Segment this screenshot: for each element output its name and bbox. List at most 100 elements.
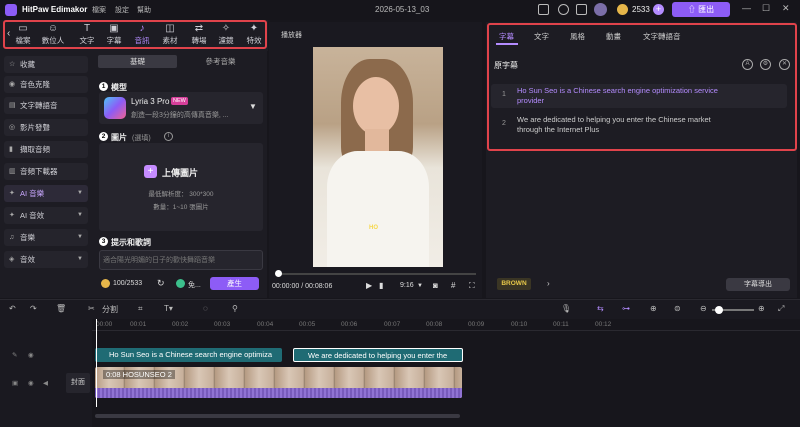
chevron-down-icon: ▼ [77, 190, 83, 196]
upload-icon: ⇧ [687, 5, 699, 14]
microphone-icon[interactable]: 🎙 [561, 304, 571, 313]
info-icon[interactable]: i [164, 132, 173, 141]
free-toggle-icon[interactable] [176, 279, 185, 288]
stop-icon[interactable]: ▮ [379, 281, 383, 290]
video-voice-icon: ◎ [9, 124, 16, 131]
speed-icon[interactable]: ⚲ [232, 304, 238, 313]
export-subtitles-button[interactable]: 字幕導出 [726, 278, 790, 291]
timeline-scrollbar[interactable] [95, 414, 460, 418]
layout-icon[interactable] [538, 4, 549, 15]
aspect-ratio-select[interactable]: 9:16 [400, 282, 414, 289]
ruler-tick: 00:04 [257, 321, 274, 328]
subtitle-style-preset[interactable]: BROWN [497, 278, 531, 290]
model-name: Lyria 3 Pro [131, 97, 170, 106]
sidebar-item-audio-downloader[interactable]: ▥ 音頻下載器 [4, 163, 88, 180]
playback-progress[interactable] [278, 273, 476, 275]
prompt-section-title: 提示和歌詞 [111, 238, 151, 247]
subtitle-highlight [487, 23, 797, 151]
download-icon[interactable] [558, 4, 569, 15]
project-name: 2026-05-13_03 [375, 5, 430, 14]
chevron-down-icon[interactable]: ▼ [417, 283, 423, 289]
tab-basic[interactable]: 基礎 [98, 55, 177, 68]
sidebar-item-tts[interactable]: ▤ 文字轉語音 [4, 97, 88, 114]
zoom-out-icon[interactable]: ⊖ [700, 304, 707, 313]
sidebar-item-extract-audio[interactable]: ▮ 擷取音頻 [4, 141, 88, 158]
generate-button[interactable]: 產生 [210, 277, 259, 290]
sidebar-label: 音樂 [20, 233, 35, 242]
add-credits-button[interactable]: + [653, 4, 664, 15]
close-icon[interactable]: ✕ [782, 3, 790, 14]
maximize-icon[interactable]: ☐ [762, 3, 770, 14]
title-bar: HitPaw Edimakor 檔案 設定 幫助 2026-05-13_03 2… [0, 0, 800, 20]
sidebar-item-video-voice[interactable]: ◎ 影片發聲 [4, 119, 88, 136]
sidebar-item-music[interactable]: ♫ 音樂 ▼ [4, 229, 88, 246]
prompt-input[interactable]: 適合陽光明媚的日子的歡快舞蹈音樂 [99, 250, 263, 270]
avatar[interactable] [594, 3, 607, 16]
subtitle-overlay[interactable]: HO [369, 225, 378, 231]
magnet-icon[interactable]: ⊶ [622, 304, 630, 313]
snap-icon[interactable]: ⇆ [597, 304, 604, 313]
playback-time: 00:00:00 / 00:08:06 [272, 283, 333, 290]
delete-icon[interactable]: 🗑 [56, 304, 66, 313]
playback-thumb[interactable] [275, 270, 282, 277]
credit-cost: 100/2533 [113, 280, 143, 287]
grid-icon[interactable]: # [451, 281, 455, 290]
model-selector[interactable]: Lyria 3 Pro NEW 創造一段3分鐘的高傳真音樂, ... ▼ [99, 92, 263, 124]
zoom-in-icon[interactable]: ⊕ [758, 304, 765, 313]
loop-icon[interactable]: ◌ [203, 304, 208, 313]
link-icon[interactable]: ⊕ [650, 304, 657, 313]
sidebar-item-ai-music[interactable]: ✦ AI 音樂 ▼ [4, 185, 88, 202]
sidebar-label: 收藏 [20, 60, 35, 69]
fullscreen-icon[interactable]: ⛶ [469, 281, 475, 291]
edit-icon[interactable]: ✎ [12, 351, 17, 359]
chevron-right-icon[interactable]: › [547, 279, 550, 288]
credits-count: 2533 [632, 5, 650, 14]
menu-settings[interactable]: 設定 [115, 5, 129, 15]
subtitle-clip[interactable]: Ho Sun Seo is a Chinese search engine op… [95, 348, 282, 362]
fit-timeline-icon[interactable]: ⤢ [778, 304, 784, 314]
export-button[interactable]: ⇧ 匯出 [672, 2, 730, 17]
sidebar-item-ai-sfx[interactable]: ✦ AI 音效 ▼ [4, 207, 88, 224]
speaker-icon[interactable]: ◀ [43, 379, 48, 387]
cover-button[interactable]: 封面 [66, 373, 90, 393]
sidebar-item-favorites[interactable]: ☆ 收藏 [4, 56, 88, 73]
refresh-icon[interactable]: ↻ [157, 278, 165, 289]
split-label[interactable]: 分割 [102, 304, 118, 315]
crop-icon[interactable]: ⌗ [138, 304, 143, 314]
tab-reference-music[interactable]: 參考音樂 [181, 55, 260, 68]
dress-shape [327, 151, 429, 267]
eye-icon[interactable]: ◉ [28, 351, 34, 359]
audio-download-icon: ▥ [9, 168, 16, 175]
ruler-tick: 00:11 [553, 321, 569, 328]
text-add-icon[interactable]: T▾ [164, 304, 173, 313]
video-preview[interactable]: HO [313, 47, 443, 267]
time-ruler[interactable]: 00:00 00:01 00:02 00:03 00:04 00:05 00:0… [92, 319, 800, 331]
snapshot-icon[interactable]: ◙ [433, 281, 438, 290]
menu-help[interactable]: 幫助 [137, 5, 151, 15]
split-icon[interactable]: ✂ [88, 304, 95, 313]
sidebar-label: AI 音效 [20, 211, 45, 220]
image-upload-area[interactable]: + 上傳圖片 最低解析度： 300*300 數量：1~10 張圖片 [99, 143, 263, 231]
sidebar-item-sfx[interactable]: ◈ 音效 ▼ [4, 251, 88, 268]
subtitle-clip-selected[interactable]: We are dedicated to helping you enter th… [293, 348, 463, 362]
playhead[interactable] [96, 319, 97, 407]
export-label: 匯出 [698, 5, 715, 14]
minimize-icon[interactable]: — [742, 3, 751, 13]
tts-icon: ▤ [9, 102, 16, 109]
redo-icon[interactable]: ↷ [30, 304, 37, 313]
zoom-slider-thumb[interactable] [715, 306, 723, 314]
lock-icon[interactable]: ▣ [12, 379, 18, 387]
eye-icon[interactable]: ◉ [28, 379, 34, 387]
image-optional-label: (選填) [132, 135, 151, 142]
menu-file[interactable]: 檔案 [92, 5, 106, 15]
video-clip[interactable]: 0:08 HOSUNSEO 2 [95, 367, 462, 398]
message-icon[interactable] [576, 4, 587, 15]
sidebar-item-voice-clone[interactable]: ◉ 音色克隆 [4, 76, 88, 93]
ai-music-icon: ✦ [9, 190, 15, 197]
play-icon[interactable]: ▶ [366, 281, 372, 290]
step-3-badge: 3 [99, 237, 108, 246]
undo-icon[interactable]: ↶ [9, 304, 16, 313]
fit-icon[interactable]: ⊜ [674, 304, 681, 313]
video-clip-label: 0:08 HOSUNSEO 2 [103, 370, 175, 379]
sidebar-label: 文字轉語音 [20, 101, 58, 110]
